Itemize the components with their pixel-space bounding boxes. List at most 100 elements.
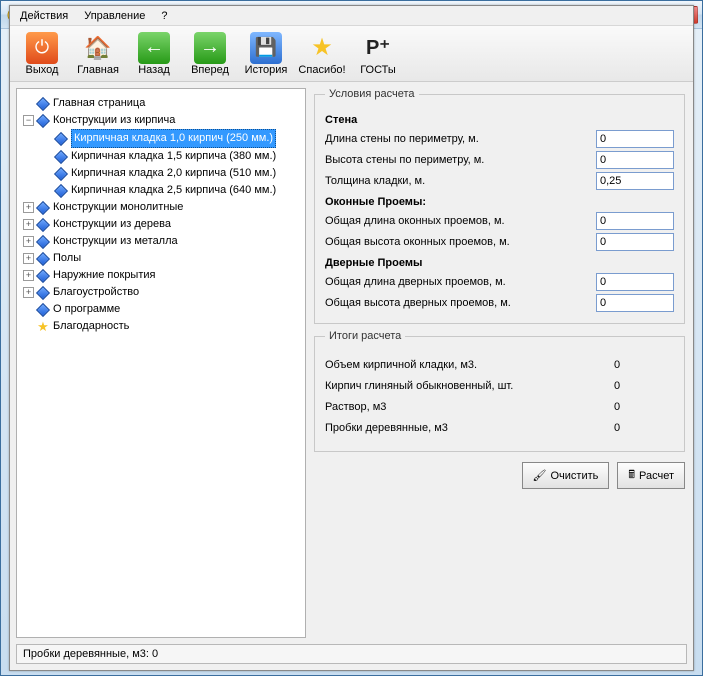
tree-label: Конструкции монолитные [53,199,183,216]
section-wall-header: Стена [325,114,674,126]
section-windows-header: Оконные Проемы: [325,196,674,208]
toolbar-exit-label: Выход [26,64,59,76]
expand-icon[interactable]: + [23,270,34,281]
tree-item-home[interactable]: Главная страница [23,95,301,112]
tree-label: Кирпичная кладка 1,5 кирпича (380 мм.) [71,148,276,165]
gost-icon: Р⁺ [362,32,394,64]
tree-item-brick-4[interactable]: Кирпичная кладка 2,5 кирпича (640 мм.) [55,182,301,199]
toolbar: ⏻ Выход 🏠 Главная ← Назад → Вперед 💾 Ист… [10,26,693,82]
result-volume-label: Объем кирпичной кладки, м3. [325,359,614,371]
door-height-input[interactable] [596,294,674,312]
toolbar-thanks-label: Спасибо! [298,64,345,76]
results-group: Итоги расчета Объем кирпичной кладки, м3… [314,330,685,452]
diamond-icon [37,115,49,127]
arrow-right-icon: → [194,32,226,64]
clear-button-label: Очистить [551,470,599,482]
window-height-label: Общая высота оконных проемов, м. [325,236,596,248]
star-icon: ★ [37,321,49,333]
tree-label: Главная страница [53,95,145,112]
menu-manage[interactable]: Управление [84,10,145,22]
expand-icon[interactable]: + [23,219,34,230]
result-plugs-label: Пробки деревянные, м3 [325,422,614,434]
power-icon: ⏻ [26,32,58,64]
tree-label: Конструкции из металла [53,233,178,250]
menu-help[interactable]: ? [161,10,167,22]
tree-item-wood[interactable]: + Конструкции из дерева [23,216,301,233]
tree-item-improve[interactable]: +Благоустройство [23,284,301,301]
diamond-icon [37,202,49,214]
wall-length-input[interactable] [596,130,674,148]
home-icon: 🏠 [82,32,114,64]
toolbar-forward-label: Вперед [191,64,229,76]
door-length-input[interactable] [596,273,674,291]
result-brick-label: Кирпич глиняный обыкновенный, шт. [325,380,614,392]
wall-height-input[interactable] [596,151,674,169]
diamond-icon [55,185,67,197]
thickness-input[interactable] [596,172,674,190]
window-length-input[interactable] [596,212,674,230]
clear-button[interactable]: 🖌 Очистить [522,462,610,489]
calc-button[interactable]: 🖩 Расчет [617,462,685,489]
window-length-label: Общая длина оконных проемов, м. [325,215,596,227]
menubar: Действия Управление ? [10,6,693,26]
toolbar-gosts[interactable]: Р⁺ ГОСТы [352,30,404,78]
star-icon: ★ [306,32,338,64]
tree-item-exterior[interactable]: +Наружние покрытия [23,267,301,284]
toolbar-history-label: История [245,64,288,76]
tree-item-floors[interactable]: +Полы [23,250,301,267]
result-volume-value: 0 [614,359,674,371]
tree-label: Конструкции из дерева [53,216,171,233]
statusbar: Пробки деревянные, м3: 0 [16,644,687,664]
tree-panel: Главная страница − Конструкции из кирпича… [16,88,306,638]
diamond-icon [37,236,49,248]
tree-item-brick[interactable]: − Конструкции из кирпича [23,112,301,129]
expand-icon[interactable]: + [23,253,34,264]
toolbar-back[interactable]: ← Назад [128,30,180,78]
tree-item-brick-2[interactable]: Кирпичная кладка 1,5 кирпича (380 мм.) [55,148,301,165]
tree-label: Кирпичная кладка 2,5 кирпича (640 мм.) [71,182,276,199]
diamond-icon [55,151,67,163]
toolbar-home[interactable]: 🏠 Главная [72,30,124,78]
wall-height-label: Высота стены по периметру, м. [325,154,596,166]
result-brick-value: 0 [614,380,674,392]
conditions-group: Условия расчета Стена Длина стены по пер… [314,88,685,324]
toolbar-home-label: Главная [77,64,119,76]
expand-icon[interactable]: + [23,236,34,247]
toolbar-gosts-label: ГОСТы [360,64,396,76]
collapse-icon[interactable]: − [23,115,34,126]
toolbar-forward[interactable]: → Вперед [184,30,236,78]
calculator-icon: 🖩 [628,466,635,485]
tree-label: Кирпичная кладка 2,0 кирпича (510 мм.) [71,165,276,182]
expand-icon[interactable]: + [23,287,34,298]
tree-item-monolith[interactable]: + Конструкции монолитные [23,199,301,216]
arrow-left-icon: ← [138,32,170,64]
tree-item-metal[interactable]: + Конструкции из металла [23,233,301,250]
toolbar-history[interactable]: 💾 История [240,30,292,78]
diamond-icon [37,98,49,110]
tree-item-gratitude[interactable]: ★Благодарность [23,318,301,335]
tree-label-selected: Кирпичная кладка 1,0 кирпич (250 мм.) [71,129,276,148]
tree-label: Конструкции из кирпича [53,112,175,129]
calc-button-label: Расчет [639,470,674,482]
diamond-icon [37,304,49,316]
menu-actions[interactable]: Действия [20,10,68,22]
status-text: Пробки деревянные, м3: 0 [23,648,158,660]
window-height-input[interactable] [596,233,674,251]
result-plugs-value: 0 [614,422,674,434]
tree-item-about[interactable]: О программе [23,301,301,318]
floppy-icon: 💾 [250,32,282,64]
toolbar-exit[interactable]: ⏻ Выход [16,30,68,78]
door-length-label: Общая длина дверных проемов, м. [325,276,596,288]
result-mortar-label: Раствор, м3 [325,401,614,413]
wall-length-label: Длина стены по периметру, м. [325,133,596,145]
conditions-legend: Условия расчета [325,88,419,100]
tree-item-brick-3[interactable]: Кирпичная кладка 2,0 кирпича (510 мм.) [55,165,301,182]
toolbar-thanks[interactable]: ★ Спасибо! [296,30,348,78]
toolbar-back-label: Назад [138,64,170,76]
diamond-icon [55,168,67,180]
diamond-icon [37,270,49,282]
diamond-icon [37,219,49,231]
tree-item-brick-1[interactable]: Кирпичная кладка 1,0 кирпич (250 мм.) [55,129,301,148]
diamond-icon [55,133,67,145]
expand-icon[interactable]: + [23,202,34,213]
